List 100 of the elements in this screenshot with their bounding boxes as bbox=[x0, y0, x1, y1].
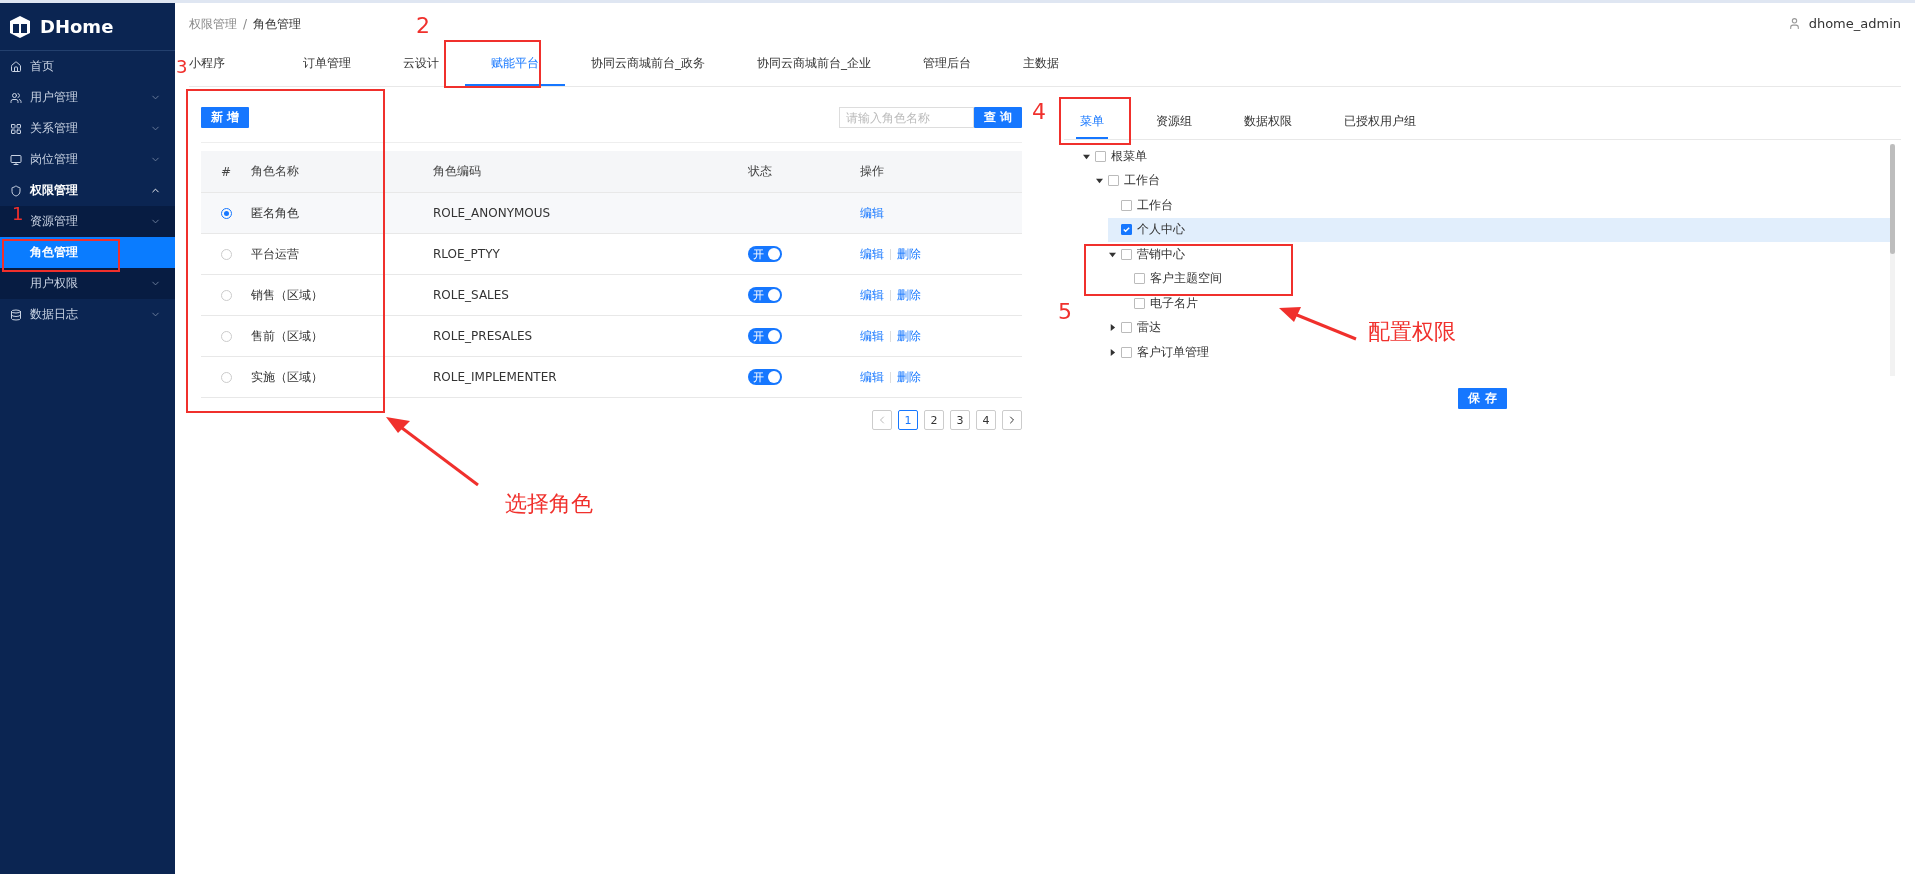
column-header: # bbox=[220, 164, 232, 179]
status-toggle[interactable]: 开 bbox=[748, 369, 782, 385]
user-icon bbox=[1787, 16, 1801, 30]
status-toggle[interactable]: 开 bbox=[748, 246, 782, 262]
menu-item[interactable]: 用户管理 bbox=[0, 82, 175, 113]
logo-text: DHome bbox=[40, 16, 114, 37]
search-button[interactable]: 查 询 bbox=[973, 107, 1022, 128]
action-link[interactable]: 编辑 bbox=[860, 286, 884, 304]
annotation-number: 5 bbox=[1058, 301, 1072, 323]
menu-item[interactable]: 数据日志 bbox=[0, 299, 175, 330]
annotation-label: 配置权限 bbox=[1368, 321, 1456, 343]
caret-down-icon[interactable] bbox=[1095, 177, 1103, 185]
caret-down-icon[interactable] bbox=[1082, 152, 1090, 160]
menu-item[interactable]: 关系管理 bbox=[0, 113, 175, 144]
tab[interactable]: 订单管理 bbox=[277, 43, 377, 86]
annotation-number: 2 bbox=[416, 15, 430, 37]
menu-item[interactable]: 权限管理 bbox=[0, 175, 175, 206]
annotation-number: 3 bbox=[176, 58, 188, 76]
action-link[interactable]: 删除 bbox=[897, 327, 921, 345]
checkbox[interactable] bbox=[1121, 346, 1132, 358]
checkbox[interactable] bbox=[1134, 297, 1145, 309]
submenu-item[interactable]: 用户权限 bbox=[0, 268, 175, 299]
caret-down-icon[interactable] bbox=[1108, 250, 1116, 258]
action-link[interactable]: 编辑 bbox=[860, 368, 884, 386]
table-cell: 售前（区域） bbox=[251, 327, 323, 345]
checkbox[interactable] bbox=[1121, 248, 1132, 260]
tree-row[interactable]: 客户主题空间 bbox=[1121, 266, 1228, 291]
tab[interactable]: 数据权限 bbox=[1240, 105, 1296, 139]
page-button[interactable]: 4 bbox=[976, 410, 996, 430]
tab[interactable]: 协同云商城前台_企业 bbox=[731, 43, 897, 86]
checkbox[interactable] bbox=[1134, 273, 1145, 285]
action-link[interactable]: 编辑 bbox=[860, 327, 884, 345]
caret-right-icon[interactable] bbox=[1108, 348, 1116, 356]
table-cell: 匿名角色 bbox=[251, 204, 299, 222]
tree-row[interactable]: 电子名片 bbox=[1121, 291, 1204, 316]
action-link[interactable]: 删除 bbox=[897, 368, 921, 386]
caret-right-icon[interactable] bbox=[1108, 324, 1116, 332]
page-button[interactable]: 1 bbox=[898, 410, 918, 430]
menu-icon bbox=[10, 91, 22, 104]
column-header: 状态 bbox=[748, 163, 772, 180]
tree-label: 客户主题空间 bbox=[1150, 270, 1222, 288]
tree-row[interactable]: 工作台 bbox=[1108, 193, 1179, 218]
tree-row[interactable]: 工作台 bbox=[1095, 168, 1166, 193]
cube-logo-icon bbox=[8, 14, 32, 39]
action-link[interactable]: 编辑 bbox=[860, 245, 884, 263]
column-header: 角色编码 bbox=[433, 163, 481, 180]
menu-icon bbox=[10, 122, 22, 135]
breadcrumb-item: 角色管理 bbox=[253, 17, 302, 31]
user-name[interactable]: dhome_admin bbox=[1808, 15, 1901, 31]
breadcrumb-item: / bbox=[243, 17, 248, 31]
tree-label: 工作台 bbox=[1137, 196, 1173, 214]
tree-row[interactable]: 个人中心 bbox=[1108, 217, 1890, 242]
checkbox[interactable] bbox=[1095, 150, 1106, 162]
submenu-item[interactable]: 角色管理 bbox=[0, 237, 175, 268]
menu-icon bbox=[10, 60, 22, 73]
tree-row[interactable]: 营销中心 bbox=[1108, 242, 1191, 267]
save-button[interactable]: 保 存 bbox=[1458, 388, 1507, 409]
breadcrumb-item[interactable]: 权限管理 bbox=[189, 17, 237, 31]
menu-item[interactable]: 岗位管理 bbox=[0, 144, 175, 175]
annotation-label: 选择角色 bbox=[505, 493, 593, 515]
status-toggle[interactable]: 开 bbox=[748, 328, 782, 344]
tree-row[interactable]: 根菜单 bbox=[1082, 144, 1153, 169]
tree-row[interactable]: 雷达 bbox=[1108, 315, 1167, 340]
tab[interactable]: 小程序 bbox=[189, 43, 277, 86]
annotation-number: 1 bbox=[12, 205, 24, 223]
action-link[interactable]: 编辑 bbox=[860, 204, 884, 222]
tab[interactable]: 协同云商城前台_政务 bbox=[565, 43, 731, 86]
checkbox[interactable] bbox=[1121, 224, 1132, 236]
tab[interactable]: 资源组 bbox=[1152, 105, 1196, 139]
checkbox[interactable] bbox=[1108, 175, 1119, 187]
tab[interactable]: 赋能平台 bbox=[465, 43, 565, 86]
next-page-button[interactable] bbox=[1002, 410, 1022, 430]
checkbox[interactable] bbox=[1121, 322, 1132, 334]
table-cell: RLOE_PTYY bbox=[433, 247, 500, 261]
tree-label: 电子名片 bbox=[1150, 294, 1198, 312]
table-cell: 平台运营 bbox=[251, 245, 299, 263]
page-button[interactable]: 2 bbox=[924, 410, 944, 430]
page-button[interactable]: 3 bbox=[950, 410, 970, 430]
menu-item[interactable]: 首页 bbox=[0, 51, 175, 82]
tree-row[interactable]: 客户订单管理 bbox=[1108, 340, 1215, 365]
search-field[interactable]: 请输入角色名称 bbox=[838, 107, 974, 128]
tab[interactable]: 管理后台 bbox=[897, 43, 997, 86]
prev-page-button[interactable] bbox=[872, 410, 892, 430]
action-link[interactable]: 删除 bbox=[897, 245, 921, 263]
menu-icon bbox=[10, 308, 22, 321]
add-button[interactable]: 新 增 bbox=[201, 107, 250, 128]
tab[interactable]: 已授权用户组 bbox=[1340, 105, 1420, 139]
column-header: 角色名称 bbox=[251, 163, 299, 180]
tab[interactable]: 云设计 bbox=[377, 43, 465, 86]
tree-label: 营销中心 bbox=[1137, 245, 1185, 263]
annotation-number: 4 bbox=[1032, 101, 1046, 123]
scrollbar[interactable] bbox=[1890, 144, 1895, 376]
checkbox[interactable] bbox=[1121, 199, 1132, 211]
tree-label: 根菜单 bbox=[1111, 147, 1147, 165]
action-link[interactable]: 删除 bbox=[897, 286, 921, 304]
status-toggle[interactable]: 开 bbox=[748, 287, 782, 303]
tab[interactable]: 菜单 bbox=[1076, 105, 1108, 139]
tab[interactable]: 主数据 bbox=[997, 43, 1085, 86]
annotation-frame bbox=[1059, 97, 1131, 145]
table-cell: ROLE_SALES bbox=[433, 288, 509, 302]
